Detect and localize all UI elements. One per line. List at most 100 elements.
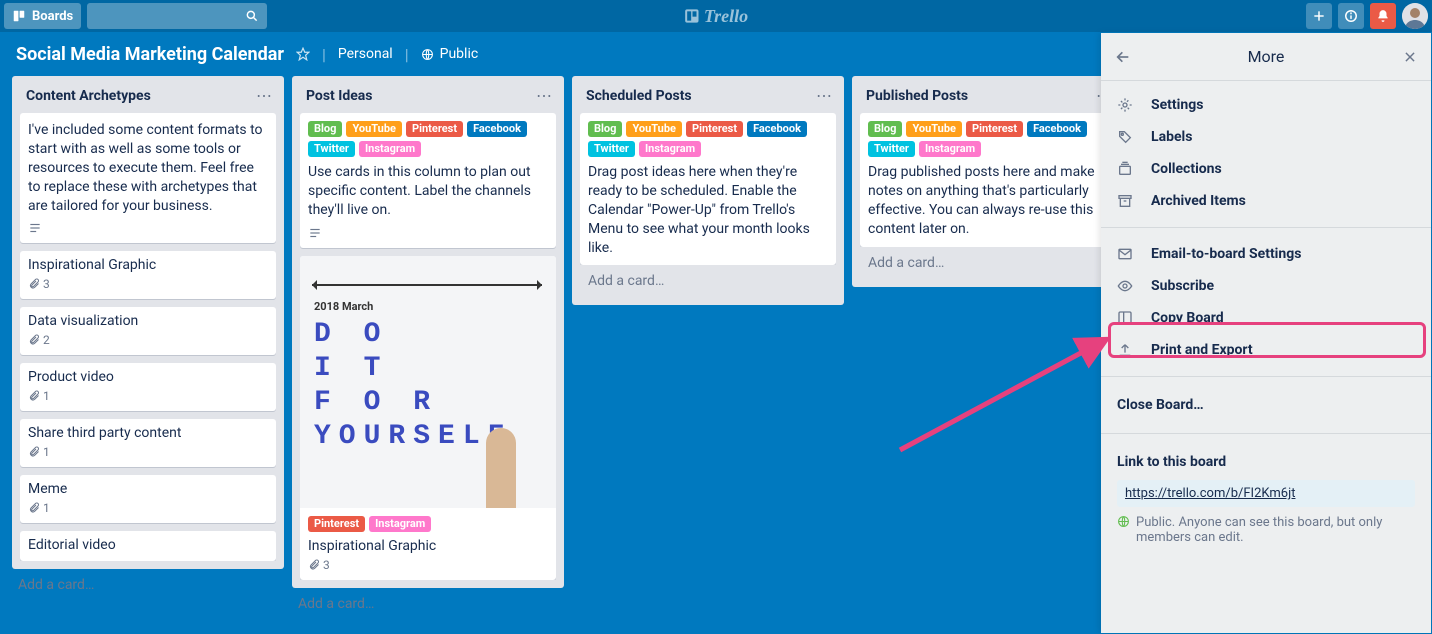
- card-editorial-video[interactable]: Editorial video: [20, 531, 276, 561]
- list-title[interactable]: Post Ideas: [306, 88, 372, 104]
- label-blog: Blog: [868, 121, 902, 137]
- collection-icon: [1117, 161, 1133, 177]
- description-icon: [28, 221, 42, 235]
- card-meme[interactable]: Meme 1: [20, 475, 276, 523]
- label-instagram: Instagram: [359, 141, 421, 157]
- label-pinterest: Pinterest: [966, 121, 1023, 137]
- label-pinterest: Pinterest: [308, 516, 365, 532]
- intro-card[interactable]: Blog YouTube Pinterest Facebook Twitter …: [860, 113, 1116, 247]
- menu-close-board[interactable]: Close Board…: [1101, 387, 1431, 423]
- intro-card[interactable]: I've included some content formats to st…: [20, 113, 276, 243]
- gear-icon: [1117, 97, 1133, 113]
- list-content-archetypes: Content Archetypes ⋯ I've included some …: [12, 76, 284, 569]
- label-youtube: YouTube: [346, 121, 402, 137]
- card-cover-image: 2018 March D O I T F O R YOURSELF: [300, 256, 556, 508]
- board-title: Social Media Marketing Calendar: [16, 44, 284, 65]
- menu-email[interactable]: Email-to-board Settings: [1101, 238, 1431, 270]
- label-pinterest: Pinterest: [406, 121, 463, 137]
- add-card-button[interactable]: Add a card…: [580, 265, 836, 297]
- link-note: Public. Anyone can see this board, but o…: [1101, 507, 1431, 553]
- visibility-button[interactable]: Public: [421, 46, 479, 62]
- list-menu-button[interactable]: ⋯: [536, 86, 552, 105]
- add-card-button[interactable]: Add a card…: [12, 569, 284, 595]
- add-button[interactable]: [1306, 3, 1332, 29]
- board-icon: [1117, 310, 1133, 326]
- attachment-icon: [28, 446, 40, 458]
- intro-card[interactable]: Blog YouTube Pinterest Facebook Twitter …: [300, 113, 556, 248]
- menu-collections[interactable]: Collections: [1101, 153, 1431, 185]
- attachment-icon: [308, 559, 320, 571]
- attachment-icon: [28, 334, 40, 346]
- card-share-third-party[interactable]: Share third party content 1: [20, 419, 276, 467]
- list-title[interactable]: Scheduled Posts: [586, 88, 692, 104]
- label-youtube: YouTube: [906, 121, 962, 137]
- star-icon: [296, 47, 310, 61]
- arrow-left-icon: [1115, 49, 1131, 65]
- intro-card[interactable]: Blog YouTube Pinterest Facebook Twitter …: [580, 113, 836, 265]
- topbar: Boards Trello: [0, 0, 1432, 32]
- panel-back-button[interactable]: [1115, 49, 1131, 65]
- menu-print-export[interactable]: Print and Export: [1101, 334, 1431, 366]
- avatar-icon: [1402, 3, 1428, 29]
- label-instagram: Instagram: [919, 141, 981, 157]
- card-image-inspirational[interactable]: 2018 March D O I T F O R YOURSELF Pinter…: [300, 256, 556, 580]
- search-input[interactable]: [87, 3, 267, 29]
- menu-labels[interactable]: Labels: [1101, 121, 1431, 153]
- menu-settings[interactable]: Settings: [1101, 89, 1431, 121]
- menu-copy-board[interactable]: Copy Board: [1101, 302, 1431, 334]
- add-card-button[interactable]: Add a card…: [860, 247, 1116, 279]
- attachment-icon: [28, 390, 40, 402]
- label-twitter: Twitter: [308, 141, 355, 157]
- globe-icon: [1117, 515, 1130, 528]
- avatar[interactable]: [1402, 3, 1428, 29]
- list-title[interactable]: Content Archetypes: [26, 88, 151, 104]
- globe-icon: [421, 48, 434, 61]
- attachment-icon: [28, 278, 40, 290]
- team-label[interactable]: Personal: [338, 46, 393, 62]
- link-section-title: Link to this board: [1101, 444, 1431, 480]
- info-icon: [1344, 9, 1358, 23]
- tag-icon: [1117, 129, 1133, 145]
- board-link-input[interactable]: https://trello.com/b/FI2Km6jt: [1117, 480, 1415, 507]
- list-title[interactable]: Published Posts: [866, 88, 968, 104]
- menu-archived[interactable]: Archived Items: [1101, 185, 1431, 217]
- label-youtube: YouTube: [626, 121, 682, 137]
- upload-icon: [1117, 342, 1133, 358]
- label-facebook: Facebook: [747, 121, 807, 137]
- list-menu-button[interactable]: ⋯: [256, 86, 272, 105]
- add-card-button[interactable]: Add a card…: [292, 588, 564, 614]
- label-blog: Blog: [308, 121, 342, 137]
- trello-logo-icon: [684, 8, 700, 24]
- card-inspirational-graphic[interactable]: Inspirational Graphic 3: [20, 251, 276, 299]
- panel-title: More: [1248, 47, 1285, 66]
- card-product-video[interactable]: Product video 1: [20, 363, 276, 411]
- bell-icon: [1376, 9, 1390, 23]
- notifications-button[interactable]: [1370, 3, 1396, 29]
- list-menu-button[interactable]: ⋯: [816, 86, 832, 105]
- board-menu-panel: More Settings Labels Collections Archive…: [1101, 33, 1431, 633]
- label-facebook: Facebook: [467, 121, 527, 137]
- plus-icon: [1312, 9, 1326, 23]
- label-facebook: Facebook: [1027, 121, 1087, 137]
- boards-label: Boards: [32, 9, 73, 24]
- info-button[interactable]: [1338, 3, 1364, 29]
- label-instagram: Instagram: [639, 141, 701, 157]
- logo[interactable]: Trello: [684, 6, 748, 27]
- label-twitter: Twitter: [868, 141, 915, 157]
- label-instagram: Instagram: [369, 516, 431, 532]
- label-twitter: Twitter: [588, 141, 635, 157]
- logo-text: Trello: [704, 6, 748, 27]
- card-data-visualization[interactable]: Data visualization 2: [20, 307, 276, 355]
- description-icon: [308, 226, 322, 240]
- label-pinterest: Pinterest: [686, 121, 743, 137]
- list-scheduled-posts: Scheduled Posts ⋯ Blog YouTube Pinterest…: [572, 76, 844, 305]
- attachment-icon: [28, 502, 40, 514]
- list-published-posts: Published Posts ⋯ Blog YouTube Pinterest…: [852, 76, 1124, 287]
- star-button[interactable]: [296, 47, 310, 61]
- menu-subscribe[interactable]: Subscribe: [1101, 270, 1431, 302]
- boards-button[interactable]: Boards: [4, 3, 81, 29]
- list-post-ideas: Post Ideas ⋯ Blog YouTube Pinterest Face…: [292, 76, 564, 588]
- search-icon: [245, 9, 259, 23]
- board-icon: [12, 9, 26, 23]
- panel-close-button[interactable]: [1403, 50, 1417, 64]
